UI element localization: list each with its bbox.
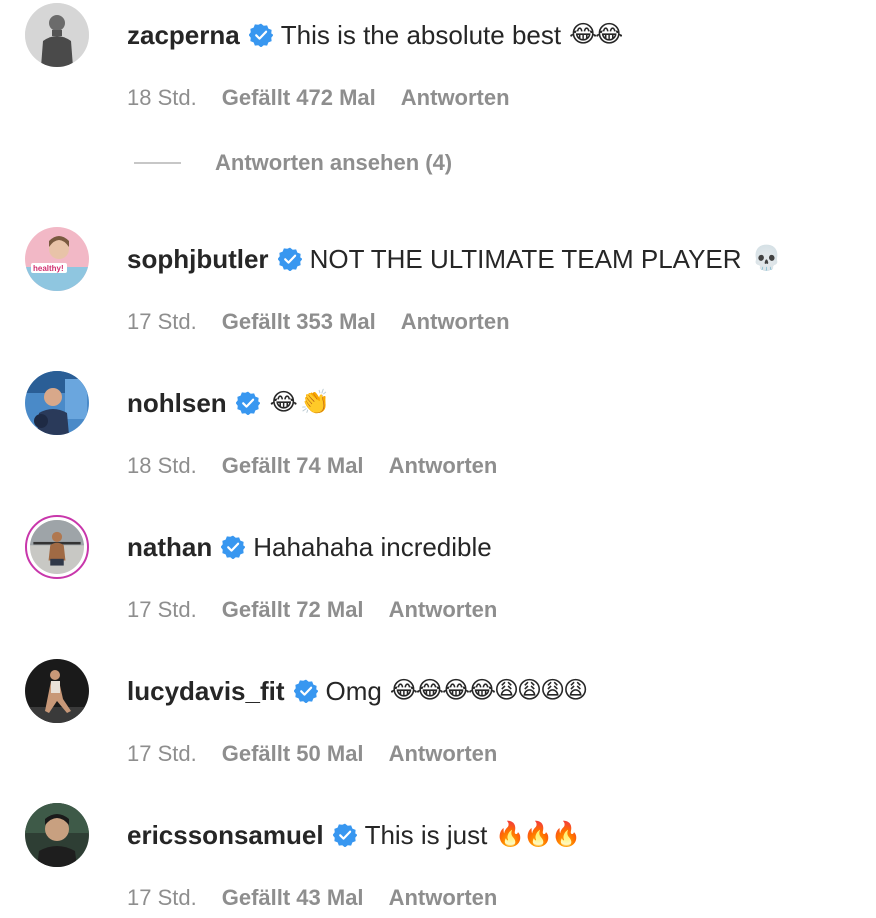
verified-badge-icon [277,247,302,271]
comment-line: lucydavis_fit Omg 😂😂😂😂😩😩😩😩 [127,675,588,707]
comment-line: ericssonsamuel This is just 🔥🔥🔥 [127,819,581,851]
avatar-caption: healthy! [33,264,64,273]
username-link[interactable]: lucydavis_fit [127,675,285,707]
reply-button[interactable]: Antworten [389,885,498,911]
username-link[interactable]: nathan [127,531,212,563]
avatar-image [25,803,89,867]
comment-time[interactable]: 18 Std. [127,453,197,479]
comment-time[interactable]: 18 Std. [127,85,197,111]
reply-button[interactable]: Antworten [401,309,510,335]
comment-time[interactable]: 17 Std. [127,741,197,767]
username-link[interactable]: ericssonsamuel [127,819,324,851]
avatar-image [25,659,89,723]
avatar-image [30,520,84,574]
comment-item: ericssonsamuel This is just 🔥🔥🔥 17 Std. … [0,803,876,913]
avatar-sophjbutler[interactable]: healthy! [25,227,89,291]
avatar-nathan[interactable] [25,515,89,579]
likes-count-button[interactable]: Gefällt 472 Mal [222,85,376,111]
comment-meta: 18 Std. Gefällt 472 Mal Antworten [127,85,510,111]
verified-badge-icon [235,391,260,415]
comment-text: NOT THE ULTIMATE TEAM PLAYER [309,244,742,274]
comment-text: Omg [325,676,382,706]
verified-badge-icon [332,823,357,847]
comment-meta: 17 Std. Gefällt 50 Mal Antworten [127,741,497,767]
comment-meta: 17 Std. Gefällt 353 Mal Antworten [127,309,510,335]
comment-text: This is just [364,820,488,850]
avatar-image: healthy! [25,227,89,291]
avatar-image [25,371,89,435]
comment-time[interactable]: 17 Std. [127,309,197,335]
view-replies-button[interactable]: Antworten ansehen (4) [134,150,452,176]
username-link[interactable]: zacperna [127,19,240,51]
reply-button[interactable]: Antworten [389,741,498,767]
avatar-ericssonsamuel[interactable] [25,803,89,867]
likes-count-button[interactable]: Gefällt 72 Mal [222,597,364,623]
username-link[interactable]: nohlsen [127,387,227,419]
verified-badge-icon [293,679,318,703]
comment-text: Hahahaha incredible [253,532,492,562]
replies-divider [134,162,181,164]
username-link[interactable]: sophjbutler [127,243,269,275]
likes-count-button[interactable]: Gefällt 50 Mal [222,741,364,767]
comment-time[interactable]: 17 Std. [127,885,197,911]
comment-meta: 18 Std. Gefällt 74 Mal Antworten [127,453,497,479]
comment-emoji: 😂 👏 [269,389,331,416]
comment-emoji: 🔥🔥🔥 [495,821,581,848]
comment-line: nohlsen 😂 👏 [127,387,331,419]
likes-count-button[interactable]: Gefällt 353 Mal [222,309,376,335]
comment-line: sophjbutler NOT THE ULTIMATE TEAM PLAYER… [127,243,782,275]
reply-button[interactable]: Antworten [389,453,498,479]
comment-text: This is the absolute best [280,20,562,50]
avatar-zacperna[interactable] [25,3,89,67]
avatar-lucydavis_fit[interactable] [25,659,89,723]
reply-button[interactable]: Antworten [401,85,510,111]
comment-item: lucydavis_fit Omg 😂😂😂😂😩😩😩😩 17 Std. Gefäl… [0,659,876,769]
comment-emoji: 💀 [751,245,782,272]
avatar-image [25,3,89,67]
verified-badge-icon [248,23,273,47]
verified-badge-icon [221,535,246,559]
comment-item: healthy! sophjbutler NOT THE ULTIMATE TE… [0,227,876,337]
comment-line: nathan Hahahaha incredible [127,531,492,563]
comment-emoji: 😂😂😂😂😩😩😩😩 [389,677,588,704]
view-replies-label: Antworten ansehen (4) [215,150,453,175]
likes-count-button[interactable]: Gefällt 43 Mal [222,885,364,911]
comment-meta: 17 Std. Gefällt 72 Mal Antworten [127,597,497,623]
comment-item: nathan Hahahaha incredible 17 Std. Gefäl… [0,515,876,625]
comment-item: zacperna This is the absolute best 😂😂 18… [0,3,876,113]
reply-button[interactable]: Antworten [389,597,498,623]
avatar-nohlsen[interactable] [25,371,89,435]
comment-meta: 17 Std. Gefällt 43 Mal Antworten [127,885,497,911]
comment-item: nohlsen 😂 👏 18 Std. Gefällt 74 Mal Antwo… [0,371,876,481]
comment-emoji: 😂😂 [569,21,623,48]
likes-count-button[interactable]: Gefällt 74 Mal [222,453,364,479]
comment-time[interactable]: 17 Std. [127,597,197,623]
comment-line: zacperna This is the absolute best 😂😂 [127,19,623,51]
